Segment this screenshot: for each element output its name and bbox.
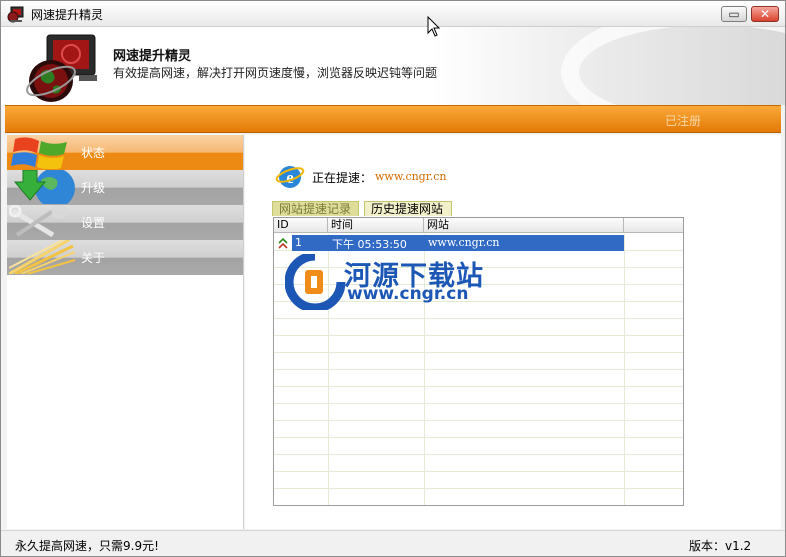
windows-logo-icon <box>11 137 67 169</box>
minimize-button[interactable]: ▭ <box>721 6 747 22</box>
column-header-site[interactable]: 网站 <box>424 218 624 233</box>
banner-subtitle: 有效提高网速，解决打开网页速度慢，浏览器反映迟钝等问题 <box>113 66 438 80</box>
light-rays-icon <box>9 240 76 274</box>
sidebar-item-settings[interactable]: 设置 <box>7 205 243 240</box>
tab-history-sites[interactable]: 历史提速网站 <box>364 201 452 216</box>
cell-id: 1 <box>295 236 302 249</box>
watermark: 河源下载站 www.cngr.cn <box>285 252 525 312</box>
sidebar: 状态 升级 设置 关于 <box>7 135 244 529</box>
status-url: www.cngr.cn <box>375 170 447 183</box>
ie-icon: e <box>275 166 305 188</box>
table-row[interactable]: 1 下午 05:53:50 www.cngr.cn <box>274 235 624 251</box>
close-button[interactable]: ✕ <box>751 6 779 22</box>
sidebar-item-status[interactable]: 状态 <box>7 135 243 170</box>
tools-icon <box>9 205 67 238</box>
mouse-cursor-icon <box>427 16 441 37</box>
app-icon <box>7 6 24 23</box>
title-bar[interactable]: 网速提升精灵 ▭ ✕ <box>1 1 785 27</box>
toolbar-strip: 已注册 <box>5 105 781 133</box>
globe-download-icon <box>13 170 75 204</box>
banner-title: 网速提升精灵 <box>113 49 192 64</box>
sidebar-item-label: 状态 <box>81 146 106 160</box>
table-header: ID 时间 网站 <box>274 218 683 233</box>
status-bar: 永久提高网速，只需9.9元! 版本：v1.2 <box>1 530 785 556</box>
header-banner: 网速提升精灵 有效提高网速，解决打开网页速度慢，浏览器反映迟钝等问题 <box>1 27 785 105</box>
banner-decoration <box>561 27 785 105</box>
sidebar-item-about[interactable]: 关于 <box>7 240 243 275</box>
main-panel: e 正在提速： www.cngr.cn 网站提速记录 历史提速网站 ID 时间 … <box>245 135 781 529</box>
sidebar-item-label: 关于 <box>81 251 106 265</box>
watermark-url: www.cngr.cn <box>347 284 469 304</box>
sidebar-item-upgrade[interactable]: 升级 <box>7 170 243 205</box>
version-text: 版本：v1.2 <box>689 539 752 553</box>
double-up-arrow-icon <box>278 237 288 249</box>
cell-time: 下午 05:53:50 <box>332 238 407 251</box>
sidebar-item-label: 设置 <box>81 216 106 230</box>
sidebar-item-label: 升级 <box>81 181 106 195</box>
status-label: 正在提速： <box>312 171 373 185</box>
close-icon: ✕ <box>759 7 771 21</box>
cell-site: www.cngr.cn <box>428 236 500 249</box>
register-link[interactable]: 已注册 <box>665 112 701 129</box>
tab-speedup-records[interactable]: 网站提速记录 <box>272 201 359 216</box>
column-divider <box>624 234 625 505</box>
app-window: 网速提升精灵 ▭ ✕ 网速提升精灵 有效提高网速，解决打开网页速度慢，浏览器反映… <box>0 0 786 557</box>
column-header-blank[interactable] <box>624 218 683 233</box>
watermark-logo-icon <box>285 254 346 310</box>
promo-text[interactable]: 永久提高网速，只需9.9元! <box>15 537 159 554</box>
app-logo-icon <box>26 34 97 102</box>
column-header-time[interactable]: 时间 <box>328 218 424 233</box>
minimize-icon: ▭ <box>728 7 740 21</box>
column-header-id[interactable]: ID <box>274 218 328 233</box>
window-title: 网速提升精灵 <box>31 8 104 22</box>
